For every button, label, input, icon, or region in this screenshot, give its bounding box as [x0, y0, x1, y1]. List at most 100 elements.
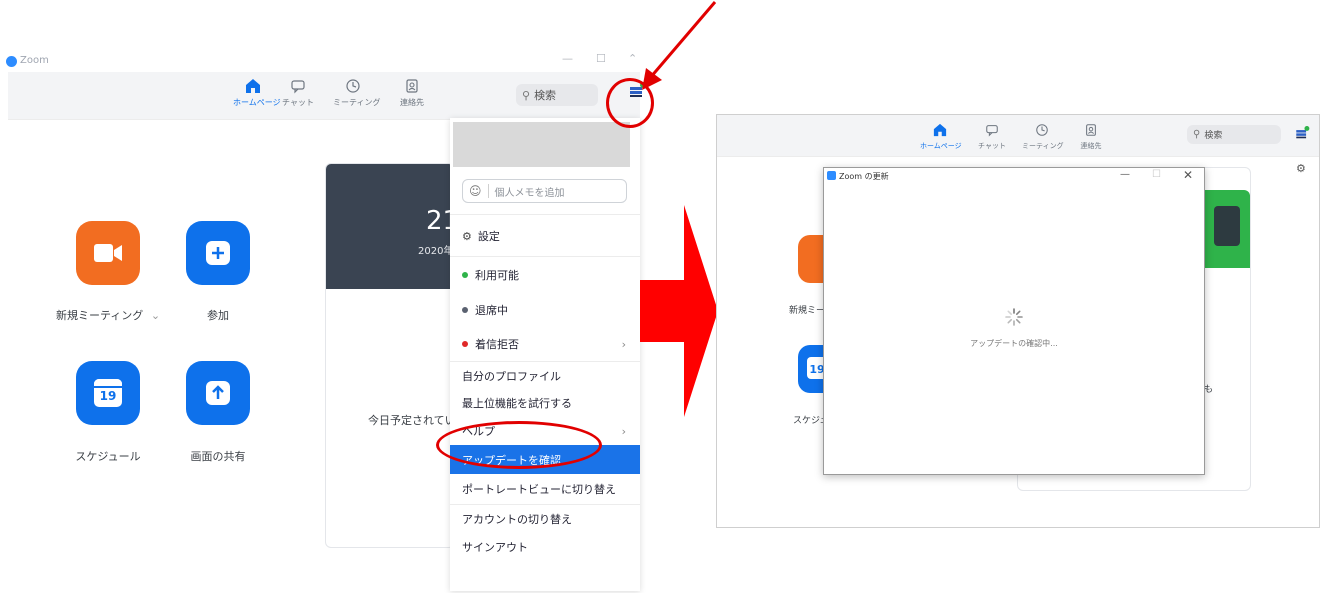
- zoom-logo-icon: [6, 56, 17, 67]
- my-profile-label: 自分のプロファイル: [462, 370, 561, 383]
- tab-contacts[interactable]: 連絡先: [1071, 121, 1111, 151]
- minimize-icon[interactable]: —: [1120, 169, 1130, 180]
- tab-meetings[interactable]: ミーティング: [333, 77, 381, 108]
- chevron-right-icon: ›: [621, 337, 626, 351]
- chevron-down-icon[interactable]: ⌄: [151, 309, 160, 322]
- join-button[interactable]: [186, 221, 250, 285]
- chat-icon: [972, 121, 1012, 139]
- divider: [450, 214, 640, 215]
- divider: [450, 361, 640, 362]
- menu-status-available[interactable]: 利用可能: [450, 258, 640, 292]
- tab-chat-label: チャット: [978, 142, 1006, 150]
- status-available-label: 利用可能: [475, 269, 519, 282]
- divider: [450, 256, 640, 257]
- tab-home-label: ホームページ: [920, 142, 962, 150]
- plus-icon: [206, 241, 230, 265]
- share-screen-button[interactable]: [186, 361, 250, 425]
- card-text: も: [1204, 385, 1214, 395]
- schedule-button[interactable]: 19: [76, 361, 140, 425]
- update-status-text: アップデートの確認中...: [970, 339, 1058, 348]
- maximize-icon[interactable]: ☐: [596, 52, 606, 65]
- personal-memo-input[interactable]: ☺ 個人メモを追加: [462, 179, 627, 203]
- top-navigation: ホームページ チャット ミーティング 連絡先 ⚲ 検索: [717, 115, 1319, 157]
- menu-sign-out[interactable]: サインアウト: [450, 533, 640, 561]
- contacts-icon: [1071, 121, 1111, 139]
- menu-my-profile[interactable]: 自分のプロファイル: [450, 363, 640, 389]
- new-meeting-label: 新規ミーティング ⌄: [53, 307, 163, 323]
- sign-out-label: サインアウト: [462, 541, 528, 554]
- profile-banner: [453, 122, 630, 167]
- status-away-label: 退席中: [475, 304, 508, 317]
- tab-contacts[interactable]: 連絡先: [392, 77, 432, 108]
- gear-icon[interactable]: ⚙: [1296, 162, 1306, 175]
- transition-arrow: [640, 205, 718, 417]
- try-top-features-label: 最上位機能を試行する: [462, 397, 572, 410]
- annotation-arrow: [642, 1, 717, 90]
- green-status-dot: [462, 272, 468, 278]
- menu-try-top-features[interactable]: 最上位機能を試行する: [450, 389, 640, 417]
- zoom-main-window: Zoom — ☐ ⌃ ホームページ チャット ミーティング 連絡先 ⚲ 検索 新…: [0, 52, 654, 593]
- maximize-icon: ☐: [1152, 169, 1161, 180]
- tab-home[interactable]: ホームページ: [233, 77, 281, 108]
- tab-chat-label: チャット: [282, 98, 314, 107]
- menu-settings[interactable]: ⚙ 設定: [450, 221, 640, 251]
- gear-icon: ⚙: [462, 229, 472, 243]
- calendar-icon: 19: [94, 379, 122, 407]
- dialog-title-bar: Zoom の更新 — ☐ ✕: [824, 168, 1204, 186]
- tab-chat[interactable]: チャット: [972, 121, 1012, 151]
- current-date: 2020年: [418, 246, 454, 257]
- search-icon: ⚲: [522, 88, 531, 102]
- search-label: 検索: [1204, 131, 1223, 141]
- dialog-title: Zoom の更新: [839, 172, 889, 181]
- new-meeting-button[interactable]: [76, 221, 140, 285]
- new-meeting-text: 新規ミーティング: [55, 309, 144, 322]
- clock-icon: [333, 77, 373, 95]
- tab-chat[interactable]: チャット: [278, 77, 318, 108]
- menu-status-dnd[interactable]: 着信拒否 ›: [450, 327, 640, 361]
- calendar-day: 19: [99, 389, 117, 403]
- search-label: 検索: [534, 89, 557, 102]
- close-icon[interactable]: ✕: [1183, 168, 1193, 182]
- upcoming-meetings-card: 21 2020年 今日予定されているミ: [325, 163, 455, 548]
- tab-meetings-label: ミーティング: [1022, 142, 1064, 150]
- zoom-logo-icon: [827, 171, 836, 180]
- home-icon: [920, 121, 960, 139]
- profile-avatar-button[interactable]: [1294, 126, 1310, 148]
- memo-divider: [487, 184, 489, 198]
- tab-meetings-label: ミーティング: [333, 98, 381, 107]
- red-status-dot: [462, 341, 468, 347]
- card-header-image: 21 2020年: [326, 164, 454, 289]
- clock-icon: [1022, 121, 1062, 139]
- search-input[interactable]: ⚲ 検索: [516, 84, 598, 106]
- smiley-icon: ☺: [469, 184, 482, 198]
- minimize-icon[interactable]: —: [562, 52, 573, 65]
- video-camera-icon: [94, 244, 122, 262]
- zoom-main-window-updating: ホームページ チャット ミーティング 連絡先 ⚲ 検索 ⚙ 新規ミーテ 19 ス…: [716, 114, 1320, 528]
- profile-avatar-icon: [1296, 126, 1310, 139]
- contacts-icon: [392, 77, 432, 95]
- loading-spinner-icon: [1005, 308, 1023, 326]
- menu-status-away[interactable]: 退席中: [450, 293, 640, 327]
- menu-switch-account[interactable]: アカウントの切り替え: [450, 505, 640, 533]
- share-screen-label: 画面の共有: [190, 450, 246, 463]
- menu-settings-label: 設定: [477, 230, 500, 243]
- tab-home[interactable]: ホームページ: [920, 121, 962, 151]
- memo-placeholder: 個人メモを追加: [494, 187, 565, 199]
- share-arrow-icon: [206, 381, 230, 405]
- home-icon: [233, 77, 273, 95]
- join-label: 参加: [207, 309, 229, 322]
- switch-account-label: アカウントの切り替え: [462, 513, 572, 526]
- card-header-image: [1204, 190, 1250, 268]
- tab-home-label: ホームページ: [233, 98, 281, 107]
- search-input[interactable]: ⚲ 検索: [1187, 125, 1281, 144]
- zoom-update-dialog: Zoom の更新 — ☐ ✕ アップデートの確認中...: [823, 167, 1205, 475]
- chat-icon: [278, 77, 318, 95]
- title-bar: Zoom — ☐ ⌃: [0, 52, 648, 72]
- top-navigation: ホームページ チャット ミーティング 連絡先 ⚲ 検索: [8, 72, 646, 120]
- menu-portrait-view[interactable]: ポートレートビューに切り替え: [450, 475, 640, 503]
- app-title: Zoom: [20, 55, 49, 66]
- portrait-view-label: ポートレートビューに切り替え: [462, 483, 616, 496]
- status-dnd-label: 着信拒否: [475, 338, 519, 351]
- tab-contacts-label: 連絡先: [1080, 142, 1102, 150]
- tab-meetings[interactable]: ミーティング: [1022, 121, 1064, 151]
